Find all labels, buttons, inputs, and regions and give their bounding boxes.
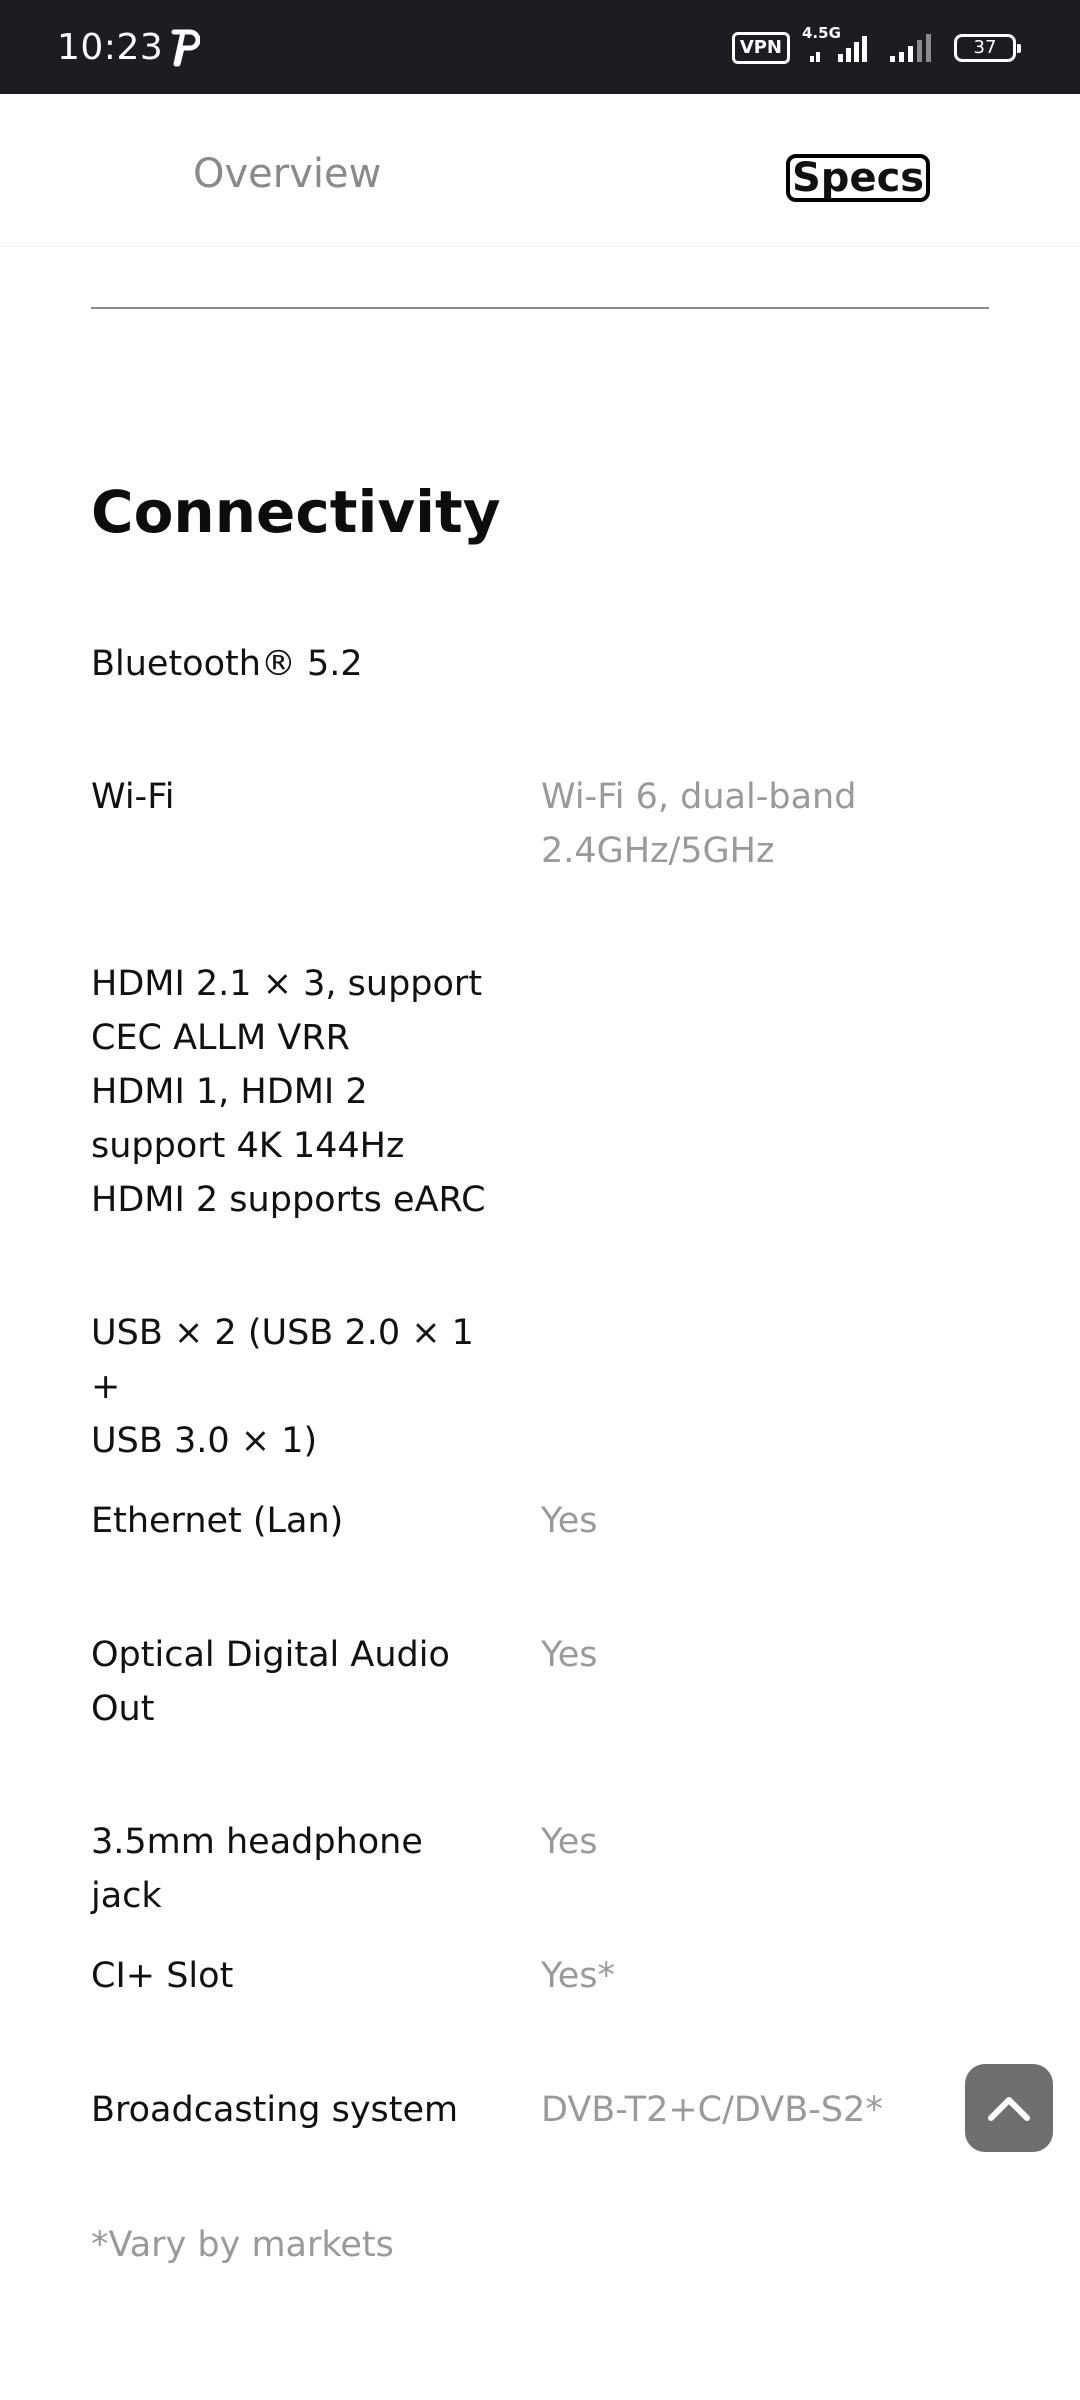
status-time: 10:23: [57, 27, 164, 68]
tabs-bar: Overview Specs: [0, 94, 1080, 247]
spec-label: Optical Digital Audio Out: [91, 1635, 450, 1729]
spec-value: DVB-T2+C/DVB-S2*: [541, 2090, 883, 2130]
spec-label: HDMI 2.1 × 3, support CEC ALLM VRR HDMI …: [91, 964, 486, 1220]
spec-label: CI+ Slot: [91, 1956, 234, 1996]
tab-specs[interactable]: Specs: [786, 154, 931, 202]
spec-label: USB × 2 (USB 2.0 × 1 + USB 3.0 × 1): [91, 1313, 474, 1461]
signal-icon: 4.5G: [802, 24, 874, 68]
spec-label: Ethernet (Lan): [91, 1501, 344, 1541]
spec-value: Yes: [541, 1822, 598, 1862]
section-divider: [91, 307, 989, 309]
p-notification-icon: [171, 29, 200, 67]
signal-icon-2: [890, 34, 931, 62]
spec-label: Bluetooth® 5.2: [91, 644, 363, 684]
battery-indicator: 37: [954, 34, 1021, 62]
section-title: Connectivity: [91, 478, 501, 546]
scroll-to-top-button[interactable]: [965, 2064, 1053, 2152]
chevron-up-icon: [988, 2097, 1030, 2121]
spec-label: Wi-Fi: [91, 777, 175, 817]
footnote: *Vary by markets: [91, 2225, 394, 2265]
spec-value: Wi-Fi 6, dual-band 2.4GHz/5GHz: [541, 777, 857, 871]
vpn-badge: VPN: [731, 32, 790, 64]
spec-label: 3.5mm headphone jack: [91, 1822, 423, 1916]
spec-label: Broadcasting system: [91, 2090, 459, 2130]
tab-overview[interactable]: Overview: [193, 152, 381, 196]
spec-value: Yes: [541, 1501, 598, 1541]
status-bar: 10:23 VPN 4.5G 37: [0, 0, 1080, 94]
status-indicators: VPN 4.5G 37: [731, 24, 1021, 68]
spec-value: Yes*: [541, 1956, 615, 1996]
spec-value: Yes: [541, 1635, 598, 1675]
